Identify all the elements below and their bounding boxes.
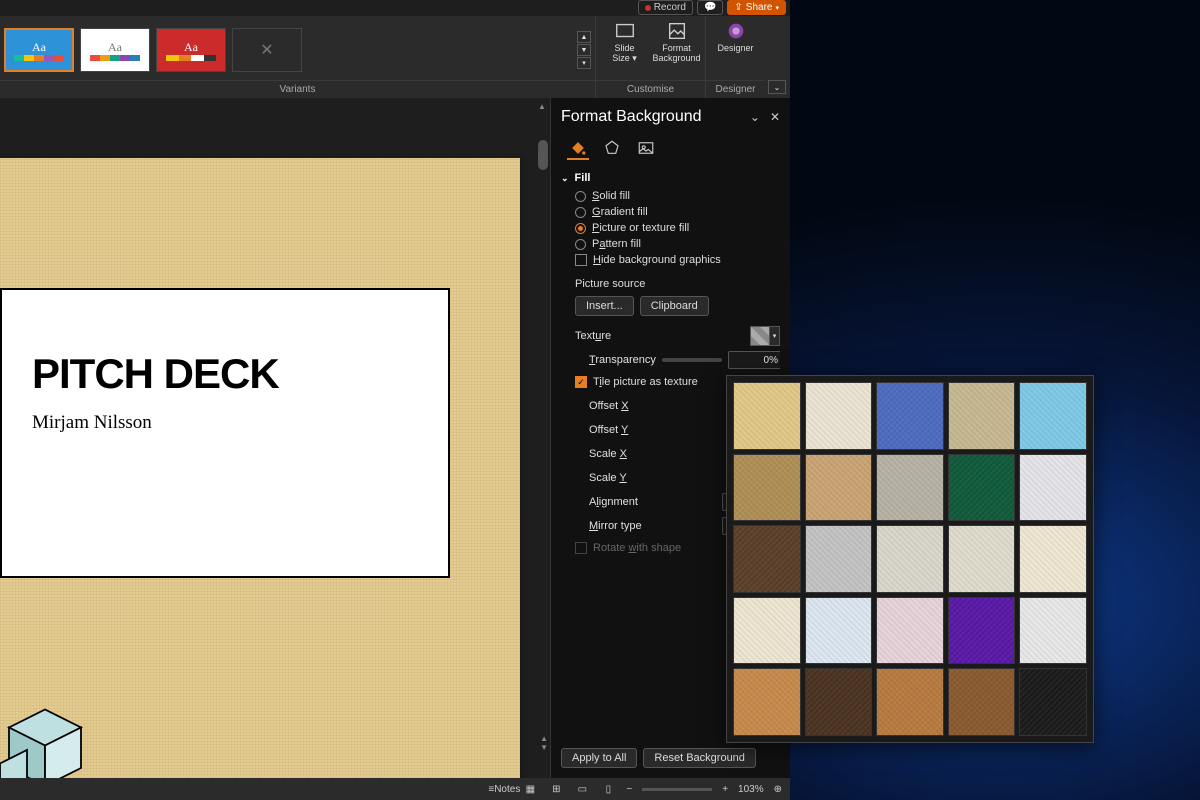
notes-button[interactable]: ≡ Notes: [496, 782, 512, 796]
slide-size-button[interactable]: SlideSize ▾: [600, 20, 650, 64]
texture-swatch-8[interactable]: [948, 454, 1016, 522]
sorter-view-icon[interactable]: ⊞: [548, 782, 564, 796]
slide-decoration-cube: [0, 653, 90, 778]
texture-swatch-1[interactable]: [805, 382, 873, 450]
offsety-label: Offset Y: [589, 424, 628, 436]
insert-button[interactable]: Insert...: [575, 296, 634, 316]
solid-fill-radio[interactable]: Solid fill: [575, 190, 780, 202]
pane-options-icon[interactable]: ⌄: [750, 110, 760, 124]
picture-tab-icon[interactable]: [635, 138, 657, 160]
texture-dropdown[interactable]: ▾: [750, 326, 780, 346]
clipboard-button[interactable]: Clipboard: [640, 296, 709, 316]
mirror-label: Mirror type: [589, 520, 642, 532]
picture-source-label: Picture source: [561, 272, 780, 294]
texture-swatch-20[interactable]: [733, 668, 801, 736]
prev-slide-icon[interactable]: ▲: [540, 734, 548, 743]
texture-swatch-23[interactable]: [948, 668, 1016, 736]
slide[interactable]: PITCH DECK Mirjam Nilsson: [0, 158, 520, 778]
slide-subtitle: Mirjam Nilsson: [32, 412, 418, 434]
offsetx-label: Offset X: [589, 400, 629, 412]
fit-to-window-icon[interactable]: ⊕: [774, 784, 782, 795]
scaley-label: Scale Y: [589, 472, 627, 484]
zoom-level[interactable]: 103%: [738, 784, 764, 795]
texture-swatch-10[interactable]: [733, 525, 801, 593]
texture-swatch-9[interactable]: [1019, 454, 1087, 522]
variant-thumb-3[interactable]: Aa: [156, 28, 226, 72]
texture-swatch-4[interactable]: [1019, 382, 1087, 450]
picture-fill-radio[interactable]: Picture or texture fill: [575, 222, 780, 234]
slide-title: PITCH DECK: [32, 350, 418, 398]
share-button[interactable]: ⇪Share▾: [727, 0, 786, 15]
texture-swatch-16[interactable]: [805, 597, 873, 665]
transparency-label: Transparency: [589, 354, 656, 366]
ribbon: Aa Aa Aa ✕ ▲ ▼ ▾ Variants: [0, 16, 790, 98]
powerpoint-window: Record 💬 ⇪Share▾ Aa Aa Aa ✕: [0, 0, 790, 800]
format-background-button[interactable]: FormatBackground: [652, 20, 702, 64]
texture-swatch-11[interactable]: [805, 525, 873, 593]
texture-swatch-19[interactable]: [1019, 597, 1087, 665]
reset-background-button[interactable]: Reset Background: [643, 748, 756, 768]
scalex-label: Scale X: [589, 448, 627, 460]
texture-swatch-5[interactable]: [733, 454, 801, 522]
variant-thumb-1[interactable]: Aa: [4, 28, 74, 72]
variant-thumb-more[interactable]: ✕: [232, 28, 302, 72]
transparency-slider[interactable]: [662, 358, 722, 362]
variants-expand[interactable]: ▾: [577, 57, 591, 69]
variants-group-label: Variants: [0, 80, 595, 98]
texture-swatch-21[interactable]: [805, 668, 873, 736]
texture-swatch-14[interactable]: [1019, 525, 1087, 593]
designer-button[interactable]: Designer: [711, 20, 761, 54]
next-slide-icon[interactable]: ▼: [540, 743, 548, 752]
pane-close-icon[interactable]: ✕: [770, 110, 780, 124]
zoom-slider[interactable]: [642, 788, 712, 791]
texture-swatch-6[interactable]: [805, 454, 873, 522]
status-bar: ≡ Notes ▦ ⊞ ▭ ▯ − + 103% ⊕: [0, 778, 790, 800]
gradient-fill-radio[interactable]: Gradient fill: [575, 206, 780, 218]
scrollbar-thumb[interactable]: [538, 140, 548, 170]
texture-swatch-3[interactable]: [948, 382, 1016, 450]
pane-title: Format Background: [561, 108, 702, 126]
texture-gallery-popup: [726, 375, 1094, 743]
slideshow-icon[interactable]: ▯: [600, 782, 616, 796]
reading-view-icon[interactable]: ▭: [574, 782, 590, 796]
texture-swatch-2[interactable]: [876, 382, 944, 450]
zoom-out-button[interactable]: −: [626, 784, 632, 795]
texture-swatch-22[interactable]: [876, 668, 944, 736]
hide-bg-checkbox[interactable]: Hide background graphics: [575, 254, 780, 266]
alignment-label: Alignment: [589, 496, 638, 508]
apply-to-all-button[interactable]: Apply to All: [561, 748, 637, 768]
record-button[interactable]: Record: [638, 0, 693, 15]
titlebar: Record 💬 ⇪Share▾: [0, 0, 790, 16]
pattern-fill-radio[interactable]: Pattern fill: [575, 238, 780, 250]
texture-swatch-24[interactable]: [1019, 668, 1087, 736]
effects-tab-icon[interactable]: [601, 138, 623, 160]
normal-view-icon[interactable]: ▦: [522, 782, 538, 796]
scroll-up-icon[interactable]: ▲: [536, 100, 548, 112]
texture-swatch-0[interactable]: [733, 382, 801, 450]
texture-swatch-17[interactable]: [876, 597, 944, 665]
fill-section-header[interactable]: ⌄Fill: [561, 170, 780, 186]
fill-tab-icon[interactable]: [567, 138, 589, 160]
transparency-field[interactable]: 0%: [728, 351, 780, 369]
variants-scroll-up[interactable]: ▲: [577, 31, 591, 43]
variants-scroll-down[interactable]: ▼: [577, 44, 591, 56]
texture-swatch-12[interactable]: [876, 525, 944, 593]
texture-swatch-18[interactable]: [948, 597, 1016, 665]
comments-button[interactable]: 💬: [697, 0, 723, 15]
texture-swatch-15[interactable]: [733, 597, 801, 665]
collapse-ribbon-icon[interactable]: ⌄: [768, 80, 786, 94]
texture-swatch-13[interactable]: [948, 525, 1016, 593]
slide-canvas-area: ▲ PITCH DECK Mirjam Nilsson ▲ ▼: [0, 98, 550, 778]
texture-swatch-7[interactable]: [876, 454, 944, 522]
texture-label: Texture: [575, 330, 611, 342]
zoom-in-button[interactable]: +: [722, 784, 728, 795]
variant-thumb-2[interactable]: Aa: [80, 28, 150, 72]
